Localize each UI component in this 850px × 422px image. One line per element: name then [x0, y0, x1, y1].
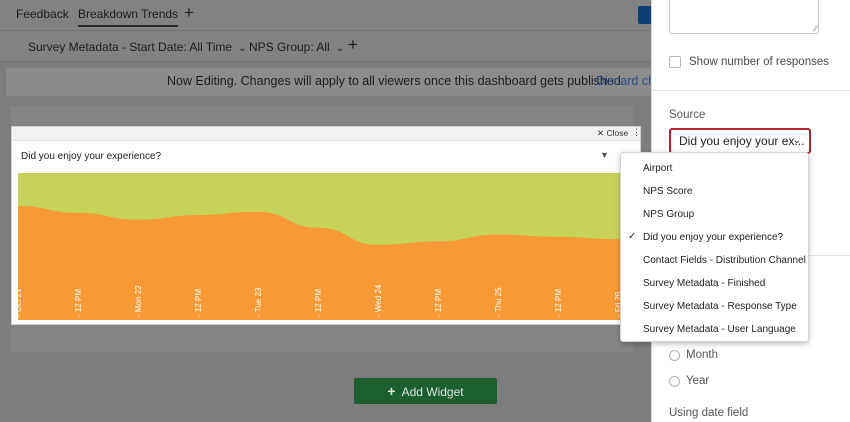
dropdown-item-distribution-channel[interactable]: Contact Fields - Distribution Channel — [621, 250, 808, 272]
dropdown-item-label: Survey Metadata - Finished — [643, 278, 766, 289]
chevron-down-icon: ⌄ — [238, 43, 247, 54]
radio-button[interactable] — [669, 349, 680, 361]
x-tick-label: - 12 PM — [554, 289, 563, 317]
radio-month-label: Month — [686, 349, 718, 361]
filter-icon[interactable]: ▼ — [600, 150, 609, 160]
source-select[interactable]: Did you enjoy your ex... ⌄ — [669, 128, 811, 154]
dropdown-item-nps-group[interactable]: NPS Group — [621, 204, 808, 226]
dropdown-item-label: Contact Fields - Distribution Channel — [643, 255, 806, 266]
date-field-label: Using date field — [669, 407, 749, 419]
filter-nps-group-label: NPS Group: All — [249, 40, 330, 54]
dropdown-item-label: Survey Metadata - User Language — [643, 324, 796, 335]
source-dropdown-menu: Airport NPS Score NPS Group ✓ Did you enj… — [620, 152, 809, 342]
plus-icon[interactable]: + — [184, 3, 194, 23]
area-chart: - Oct 21 - 12 PM - Mon 22 - 12 PM - Tue 23 - … — [18, 173, 624, 320]
x-tick-label: - Mon 22 — [134, 285, 143, 317]
source-selected-value: Did you enjoy your ex... — [679, 134, 805, 148]
show-responses-option[interactable]: Show number of responses — [669, 56, 829, 68]
add-widget-label: Add Widget — [401, 385, 464, 399]
dropdown-item-user-language[interactable]: Survey Metadata - User Language — [621, 319, 808, 341]
widget-title: Did you enjoy your experience? — [21, 151, 162, 162]
dropdown-item-enjoy-experience[interactable]: ✓ Did you enjoy your experience? — [621, 227, 808, 249]
more-options-icon[interactable]: ⋮ — [632, 127, 641, 138]
radio-button[interactable] — [669, 375, 680, 387]
dropdown-item-label: NPS Group — [643, 209, 695, 220]
radio-year[interactable]: Year — [669, 375, 709, 387]
dropdown-item-label: NPS Score — [643, 186, 693, 197]
dropdown-item-airport[interactable]: Airport — [621, 158, 808, 180]
plus-icon: + — [387, 383, 396, 399]
checkmark-icon: ✓ — [628, 231, 637, 242]
source-label: Source — [669, 109, 706, 121]
chevron-down-icon: ⌄ — [792, 135, 801, 146]
chevron-down-icon: ⌄ — [335, 43, 345, 54]
dropdown-item-nps-score[interactable]: NPS Score — [621, 181, 808, 203]
x-tick-label: - Tue 23 — [254, 287, 263, 317]
show-responses-label: Show number of responses — [689, 56, 829, 68]
x-tick-label: - 12 PM — [434, 289, 443, 317]
x-axis-ticks: - Oct 21 - 12 PM - Mon 22 - 12 PM - Tue 23 - … — [18, 284, 624, 320]
tab-breakdown-trends[interactable]: Breakdown Trends — [78, 7, 179, 27]
tab-bar: Feedback Breakdown Trends + — [0, 0, 651, 30]
filter-nps-group[interactable]: NPS Group: All ⌄ — [249, 40, 344, 54]
plus-icon[interactable]: + — [348, 35, 358, 55]
x-tick-label: - 12 PM — [194, 289, 203, 317]
filter-start-date-label: Survey Metadata - Start Date: All Time — [28, 40, 233, 54]
dropdown-item-finished[interactable]: Survey Metadata - Finished — [621, 273, 808, 295]
x-tick-label: - 12 PM — [74, 289, 83, 317]
radio-month[interactable]: Month — [669, 349, 718, 361]
widget-close-label: Close — [606, 128, 629, 138]
edit-banner: Now Editing. Changes will apply to all v… — [6, 68, 662, 96]
x-tick-label: - Wed 24 — [374, 284, 383, 317]
dropdown-item-response-type[interactable]: Survey Metadata - Response Type — [621, 296, 808, 318]
filter-start-date[interactable]: Survey Metadata - Start Date: All Time ⌄ — [28, 40, 246, 54]
export-button[interactable] — [638, 6, 651, 24]
filter-bar: Survey Metadata - Start Date: All Time ⌄ … — [0, 30, 651, 62]
add-widget-button[interactable]: + Add Widget — [354, 378, 497, 404]
radio-year-label: Year — [686, 375, 710, 387]
description-textarea[interactable]: ∕∕ — [669, 0, 819, 34]
widget-close-button[interactable]: ✕ Close — [597, 128, 628, 139]
divider — [652, 90, 850, 91]
dropdown-item-label: Airport — [643, 163, 673, 174]
resize-handle-icon[interactable]: ∕∕ — [814, 24, 817, 33]
widget-toolbar: ✕ Close ⋮ — [12, 127, 641, 141]
show-responses-checkbox[interactable] — [669, 56, 681, 68]
x-tick-label: - 12 PM — [314, 289, 323, 317]
dropdown-item-label: Did you enjoy your experience? — [643, 232, 784, 243]
widget-card: ✕ Close ⋮ Did you enjoy your experience?… — [11, 126, 641, 325]
x-tick-label: - Thu 25 — [494, 287, 503, 317]
dropdown-item-label: Survey Metadata - Response Type — [643, 301, 797, 312]
tab-feedback[interactable]: Feedback — [16, 7, 69, 21]
edit-banner-message: Now Editing. Changes will apply to all v… — [167, 74, 625, 88]
x-tick-label: - Oct 21 — [18, 288, 23, 317]
